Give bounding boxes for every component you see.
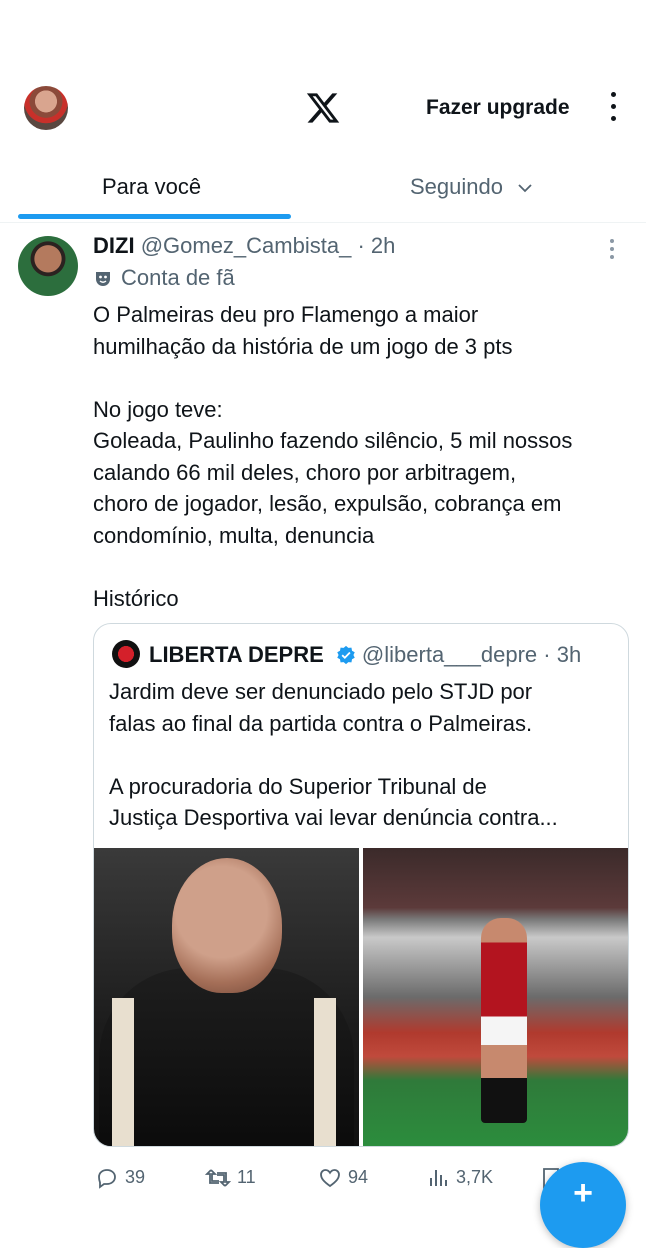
author-name[interactable]: DIZI xyxy=(93,233,135,258)
post-line: humilhação da história de um jogo de 3 p… xyxy=(93,333,513,359)
quoted-post-header: LIBERTA DEPRE @liberta___depre · 3h xyxy=(149,642,581,668)
post-time[interactable]: 2h xyxy=(371,233,395,258)
compose-button[interactable]: + xyxy=(540,1162,626,1248)
player-shape xyxy=(481,918,527,1123)
quoted-line: A procuradoria do Superior Tribunal de xyxy=(109,773,487,799)
post-line: O Palmeiras deu pro Flamengo a maior xyxy=(93,302,479,327)
post-line: Goleada, Paulinho fazendo silêncio, 5 mi… xyxy=(93,428,573,453)
post-body: O Palmeiras deu pro Flamengo a maior hum… xyxy=(93,299,633,614)
verified-badge-icon xyxy=(337,645,355,665)
post-line: Histórico xyxy=(93,585,179,611)
views-icon xyxy=(430,1170,447,1186)
post-header: DIZI @Gomez_Cambista_ · 2h xyxy=(93,233,395,259)
quoted-time[interactable]: 3h xyxy=(557,642,581,667)
author-handle[interactable]: @Gomez_Cambista_ xyxy=(141,233,352,258)
kebab-icon[interactable] xyxy=(606,92,620,126)
chevron-down-icon xyxy=(518,184,532,193)
theater-mask-icon xyxy=(96,272,110,287)
top-bar: Fazer upgrade xyxy=(0,0,646,160)
reply-button[interactable]: 39 xyxy=(95,1166,145,1190)
tab-for-you[interactable]: Para você xyxy=(102,174,201,200)
face-shape xyxy=(172,858,282,993)
post-line: calando 66 mil deles, choro por arbitrag… xyxy=(93,459,517,485)
quoted-media xyxy=(94,848,628,1146)
heart-icon xyxy=(320,1169,340,1188)
upgrade-button[interactable]: Fazer upgrade xyxy=(426,96,570,120)
repost-button[interactable]: 11 xyxy=(204,1166,256,1190)
quoted-separator: · xyxy=(537,642,557,667)
author-avatar[interactable] xyxy=(18,236,78,296)
post-line: No jogo teve: xyxy=(93,396,223,422)
views-count: 3,7K xyxy=(456,1166,494,1187)
quoted-body: Jardim deve ser denunciado pelo STJD por… xyxy=(109,676,619,834)
reply-icon xyxy=(98,1169,116,1189)
views-button[interactable]: 3,7K xyxy=(428,1166,493,1190)
plus-icon: + xyxy=(573,1174,593,1212)
fan-account-text: Conta de fã xyxy=(121,265,235,290)
like-button[interactable]: 94 xyxy=(318,1166,368,1190)
jacket-stripe xyxy=(314,998,336,1146)
repost-count: 11 xyxy=(237,1166,256,1187)
profile-avatar[interactable] xyxy=(24,86,68,130)
post-separator: · xyxy=(351,233,371,258)
quoted-line: Jardim deve ser denunciado pelo STJD por xyxy=(109,679,533,704)
quoted-author-handle[interactable]: @liberta___depre xyxy=(362,642,537,667)
quoted-author-name[interactable]: LIBERTA DEPRE xyxy=(149,642,324,667)
x-logo-icon[interactable] xyxy=(305,90,341,126)
post-more-icon[interactable] xyxy=(608,239,616,263)
coach-photo[interactable] xyxy=(94,848,359,1146)
like-count: 94 xyxy=(348,1166,369,1187)
post-line: condomínio, multa, denuncia xyxy=(93,522,375,548)
fan-account-label: Conta de fã xyxy=(93,265,235,291)
jacket-stripe xyxy=(112,998,134,1146)
tab-following[interactable]: Seguindo xyxy=(410,174,533,200)
reply-count: 39 xyxy=(125,1166,146,1187)
active-tab-indicator xyxy=(18,214,291,219)
quoted-line: Justiça Desportiva vai levar denúncia co… xyxy=(109,805,558,830)
timeline-tabs: Para você Seguindo xyxy=(0,160,646,223)
player-photo[interactable] xyxy=(363,848,628,1146)
quoted-post[interactable]: LIBERTA DEPRE @liberta___depre · 3h Jard… xyxy=(93,623,629,1147)
repost-icon xyxy=(204,1169,232,1187)
post-line: choro de jogador, lesão, expulsão, cobra… xyxy=(93,491,562,516)
tab-following-label: Seguindo xyxy=(410,174,503,199)
quoted-author-avatar[interactable] xyxy=(112,640,140,668)
quoted-line: falas ao final da partida contra o Palme… xyxy=(109,710,533,736)
